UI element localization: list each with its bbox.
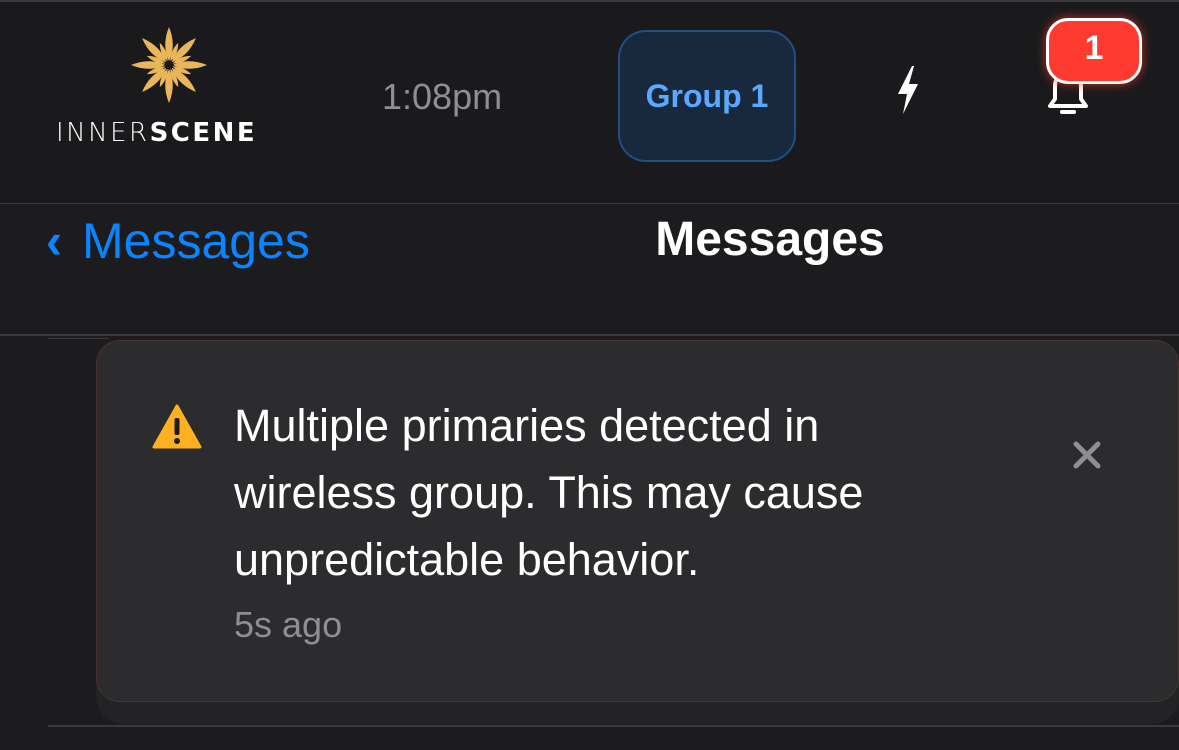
close-icon[interactable] <box>1066 434 1108 476</box>
sunburst-logo-icon <box>131 27 207 103</box>
notification-badge[interactable]: 1 <box>1046 18 1142 84</box>
logo-text-inner: INNER <box>56 118 150 148</box>
warning-icon <box>152 404 202 449</box>
app-screen: INNERSCENE 1:08pm Group 1 1 ‹ Messages M… <box>0 0 1179 750</box>
back-button[interactable]: ‹ Messages <box>46 212 310 270</box>
divider <box>48 338 108 339</box>
lightning-bolt-icon[interactable] <box>893 64 923 116</box>
clock-time: 1:08pm <box>382 76 503 117</box>
innerscene-logo: INNERSCENE <box>56 24 282 154</box>
logo-text-scene: SCENE <box>149 118 258 148</box>
message-timestamp: 5s ago <box>234 604 343 645</box>
group-selector-button[interactable]: Group 1 <box>618 30 796 162</box>
page-title: Messages <box>655 213 885 266</box>
logo-wordmark: INNERSCENE <box>56 118 282 148</box>
chevron-left-icon: ‹ <box>46 213 62 269</box>
divider <box>48 725 1179 727</box>
back-button-label: Messages <box>81 213 310 269</box>
message-text: Multiple primaries detected in wireless … <box>234 400 864 585</box>
